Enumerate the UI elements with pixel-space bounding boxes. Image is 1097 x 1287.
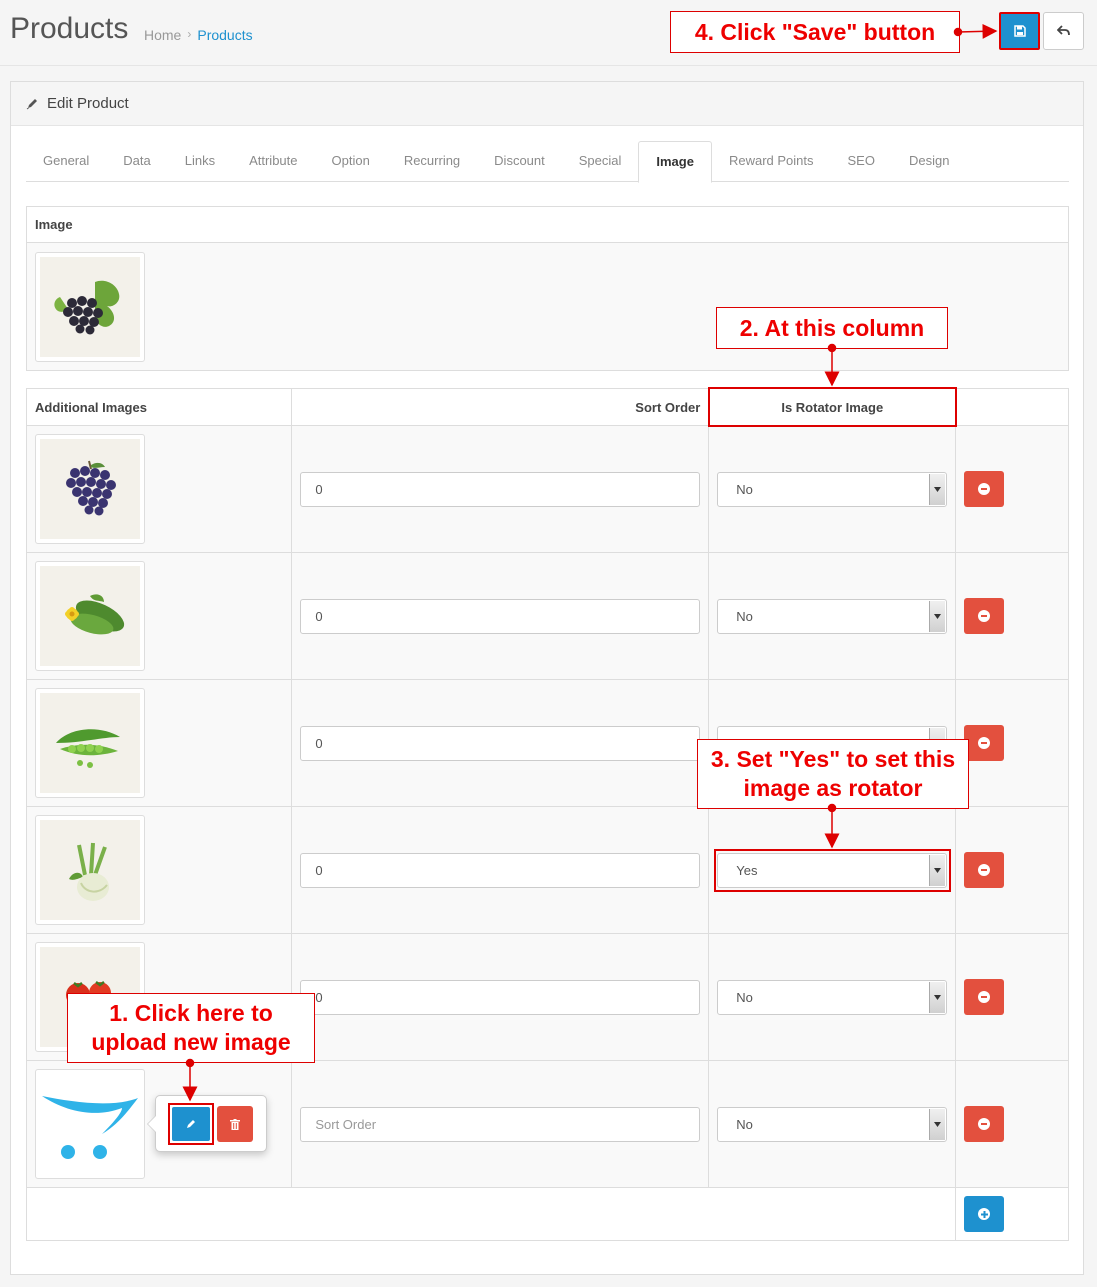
- sort-order-input[interactable]: 0: [300, 852, 701, 888]
- cucumbers-image: [65, 594, 125, 635]
- blue-grapes-image: [66, 460, 116, 516]
- chevron-down-icon: [929, 981, 946, 1013]
- tab-attribute[interactable]: Attribute: [232, 141, 314, 182]
- tab-special[interactable]: Special: [562, 141, 639, 182]
- rotator-select[interactable]: No: [717, 598, 948, 634]
- edit-image-button[interactable]: [168, 1103, 214, 1145]
- rotator-select-value: No: [736, 481, 753, 497]
- image-header: Image: [26, 206, 1069, 243]
- tab-links[interactable]: Links: [168, 141, 232, 182]
- panel-heading-title: Edit Product: [47, 95, 129, 112]
- chevron-down-icon: [929, 600, 946, 632]
- minus-circle-icon: [978, 991, 991, 1003]
- tab-reward-points[interactable]: Reward Points: [712, 141, 831, 182]
- pencil-icon: [187, 1120, 195, 1128]
- tab-discount[interactable]: Discount: [477, 141, 562, 182]
- minus-circle-icon: [978, 610, 991, 622]
- back-button[interactable]: [1043, 12, 1084, 50]
- rotator-select[interactable]: No: [717, 979, 948, 1015]
- panel-heading: Edit Product: [11, 82, 1083, 126]
- additional-image-thumb[interactable]: [35, 434, 145, 544]
- tab-image[interactable]: Image: [638, 141, 712, 183]
- minus-circle-icon: [978, 737, 991, 749]
- remove-image-button[interactable]: [964, 1106, 1005, 1142]
- breadcrumb-separator: ›: [187, 27, 192, 41]
- tab-option[interactable]: Option: [315, 141, 387, 182]
- breadcrumb: Home › Products: [144, 27, 253, 43]
- additional-image-thumb[interactable]: [35, 688, 145, 798]
- reply-icon: [1056, 25, 1070, 36]
- tab-general[interactable]: General: [26, 141, 106, 182]
- rotator-select[interactable]: No: [717, 1106, 948, 1142]
- rotator-yes-highlight: [714, 849, 951, 892]
- minus-circle-icon: [978, 864, 991, 876]
- sort-order-input[interactable]: 0: [300, 598, 701, 634]
- sort-order-input[interactable]: 0: [300, 979, 701, 1015]
- sort-order-header: Sort Order: [291, 388, 710, 426]
- additional-image-thumb[interactable]: [35, 815, 145, 925]
- table-footer-row: [25, 1187, 1069, 1241]
- chevron-down-icon: [929, 473, 946, 505]
- rotator-select-value: No: [736, 608, 753, 624]
- remove-image-button[interactable]: [964, 598, 1005, 634]
- main-image-thumb[interactable]: [35, 251, 145, 362]
- sort-order-input[interactable]: 0: [300, 725, 701, 761]
- breadcrumb-home[interactable]: Home: [144, 27, 181, 43]
- chevron-down-icon: [929, 1108, 946, 1140]
- remove-image-button[interactable]: [964, 725, 1005, 761]
- green-peas-image: [56, 729, 120, 768]
- tab-seo[interactable]: SEO: [831, 141, 892, 182]
- rotator-column-highlight: [708, 387, 957, 427]
- table-row: 0 No: [25, 425, 1069, 553]
- fennel-image: [69, 842, 109, 901]
- callout-step-4: 4. Click "Save" button: [670, 11, 960, 53]
- callout-step-1: 1. Click here to upload new image: [67, 993, 315, 1063]
- additional-image-thumb[interactable]: [35, 1069, 145, 1179]
- minus-circle-icon: [978, 1118, 991, 1130]
- tab-data[interactable]: Data: [106, 141, 167, 182]
- sort-order-input[interactable]: 0: [300, 471, 701, 507]
- save-button[interactable]: [999, 12, 1040, 50]
- trash-icon: [230, 1118, 240, 1130]
- table-row: 0 No: [25, 552, 1069, 680]
- remove-image-button[interactable]: [964, 471, 1005, 507]
- add-image-button[interactable]: [964, 1196, 1005, 1232]
- clear-image-button[interactable]: [217, 1106, 253, 1142]
- breadcrumb-products[interactable]: Products: [197, 27, 252, 43]
- minus-circle-icon: [978, 483, 991, 495]
- remove-image-button[interactable]: [964, 852, 1005, 888]
- grapes-with-leaves-image: [54, 280, 120, 334]
- pencil-icon: [26, 99, 37, 110]
- rotator-select-value: No: [736, 1116, 753, 1132]
- rotator-select-value: No: [736, 989, 753, 1005]
- additional-images-header: Additional Images: [25, 388, 293, 426]
- plus-circle-icon: [978, 1208, 991, 1220]
- additional-image-thumb[interactable]: [35, 561, 145, 671]
- opencart-placeholder-image: [42, 1096, 138, 1159]
- save-icon: [1013, 25, 1026, 37]
- sort-order-input[interactable]: Sort Order: [300, 1106, 701, 1142]
- remove-image-button[interactable]: [964, 979, 1005, 1015]
- callout-step-3: 3. Set "Yes" to set this image as rotato…: [697, 739, 969, 809]
- tab-bar: General Data Links Attribute Option Recu…: [26, 141, 1069, 183]
- tab-design[interactable]: Design: [892, 141, 966, 182]
- tab-recurring[interactable]: Recurring: [387, 141, 477, 182]
- page-title: Products: [10, 12, 129, 45]
- image-actions-popover: [147, 1095, 267, 1152]
- callout-step-2: 2. At this column: [716, 307, 948, 349]
- rotator-select[interactable]: No: [717, 471, 948, 507]
